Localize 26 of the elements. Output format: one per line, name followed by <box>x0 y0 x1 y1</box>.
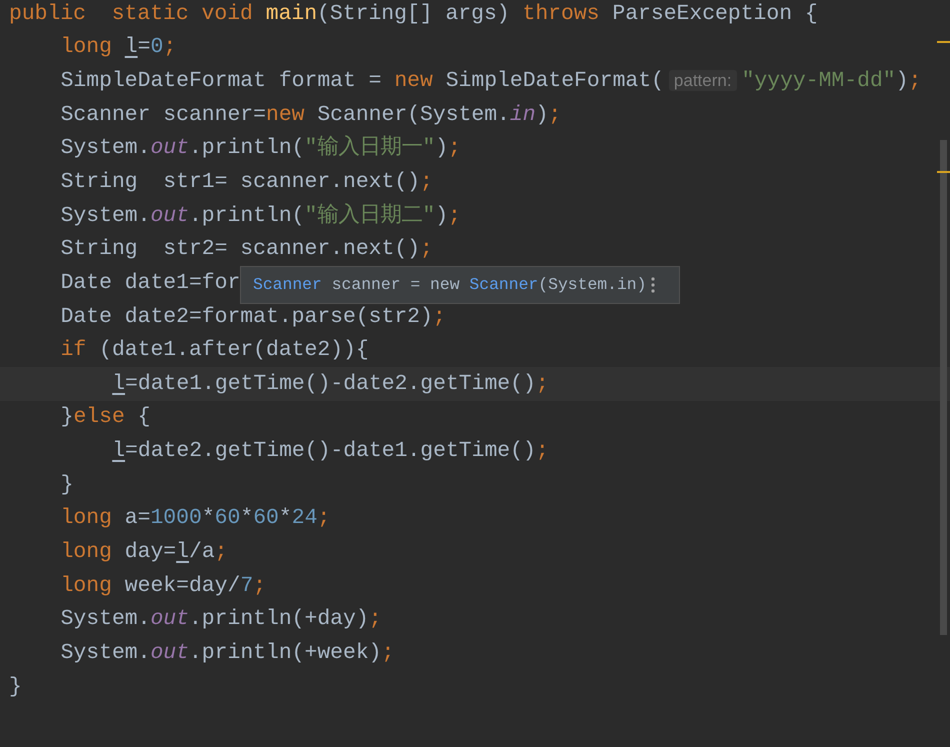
more-icon[interactable] <box>650 276 656 294</box>
code-line: long l=0; <box>60 34 176 62</box>
code-line: String str1= scanner.next(); <box>60 168 433 196</box>
code-line: long day=l/a; <box>60 539 228 566</box>
code-line: System.out.println(+day); <box>60 606 382 634</box>
code-line: } <box>60 472 74 499</box>
code-line: System.out.println("输入日期一"); <box>60 134 461 162</box>
code-line: l=date1.getTime()-date2.getTime(); <box>112 370 549 398</box>
warning-mark[interactable] <box>937 41 950 43</box>
code-line: }else { <box>60 404 150 432</box>
code-line: String str2= scanner.next(); <box>60 236 433 264</box>
code-line: Date date2=format.parse(str2); <box>60 304 446 331</box>
code-line: SimpleDateFormat format = new SimpleDateFormat( pattern: "yyyy-MM-dd"); <box>60 68 922 96</box>
code-line: long week=day/7; <box>60 572 266 600</box>
code-line: } <box>9 674 22 701</box>
code-line: if (date1.after(date2)){ <box>60 337 369 364</box>
code-line: long a=1000*60*60*24; <box>60 505 330 532</box>
tooltip-text: Scanner scanner = new Scanner(System.in) <box>253 274 646 296</box>
code-line: Scanner scanner=new Scanner(System.in); <box>60 102 562 129</box>
code-line: public static void main(String[] args) throws ParseException { <box>9 0 818 28</box>
scrollbar-thumb[interactable] <box>940 140 947 635</box>
warning-mark[interactable] <box>937 171 950 173</box>
code-line: l=date2.getTime()-date1.getTime(); <box>112 438 549 466</box>
code-line: System.out.println(+week); <box>60 640 394 667</box>
code-line: Date date1=for <box>60 270 240 297</box>
code-line: System.out.println("输入日期二"); <box>60 202 461 230</box>
